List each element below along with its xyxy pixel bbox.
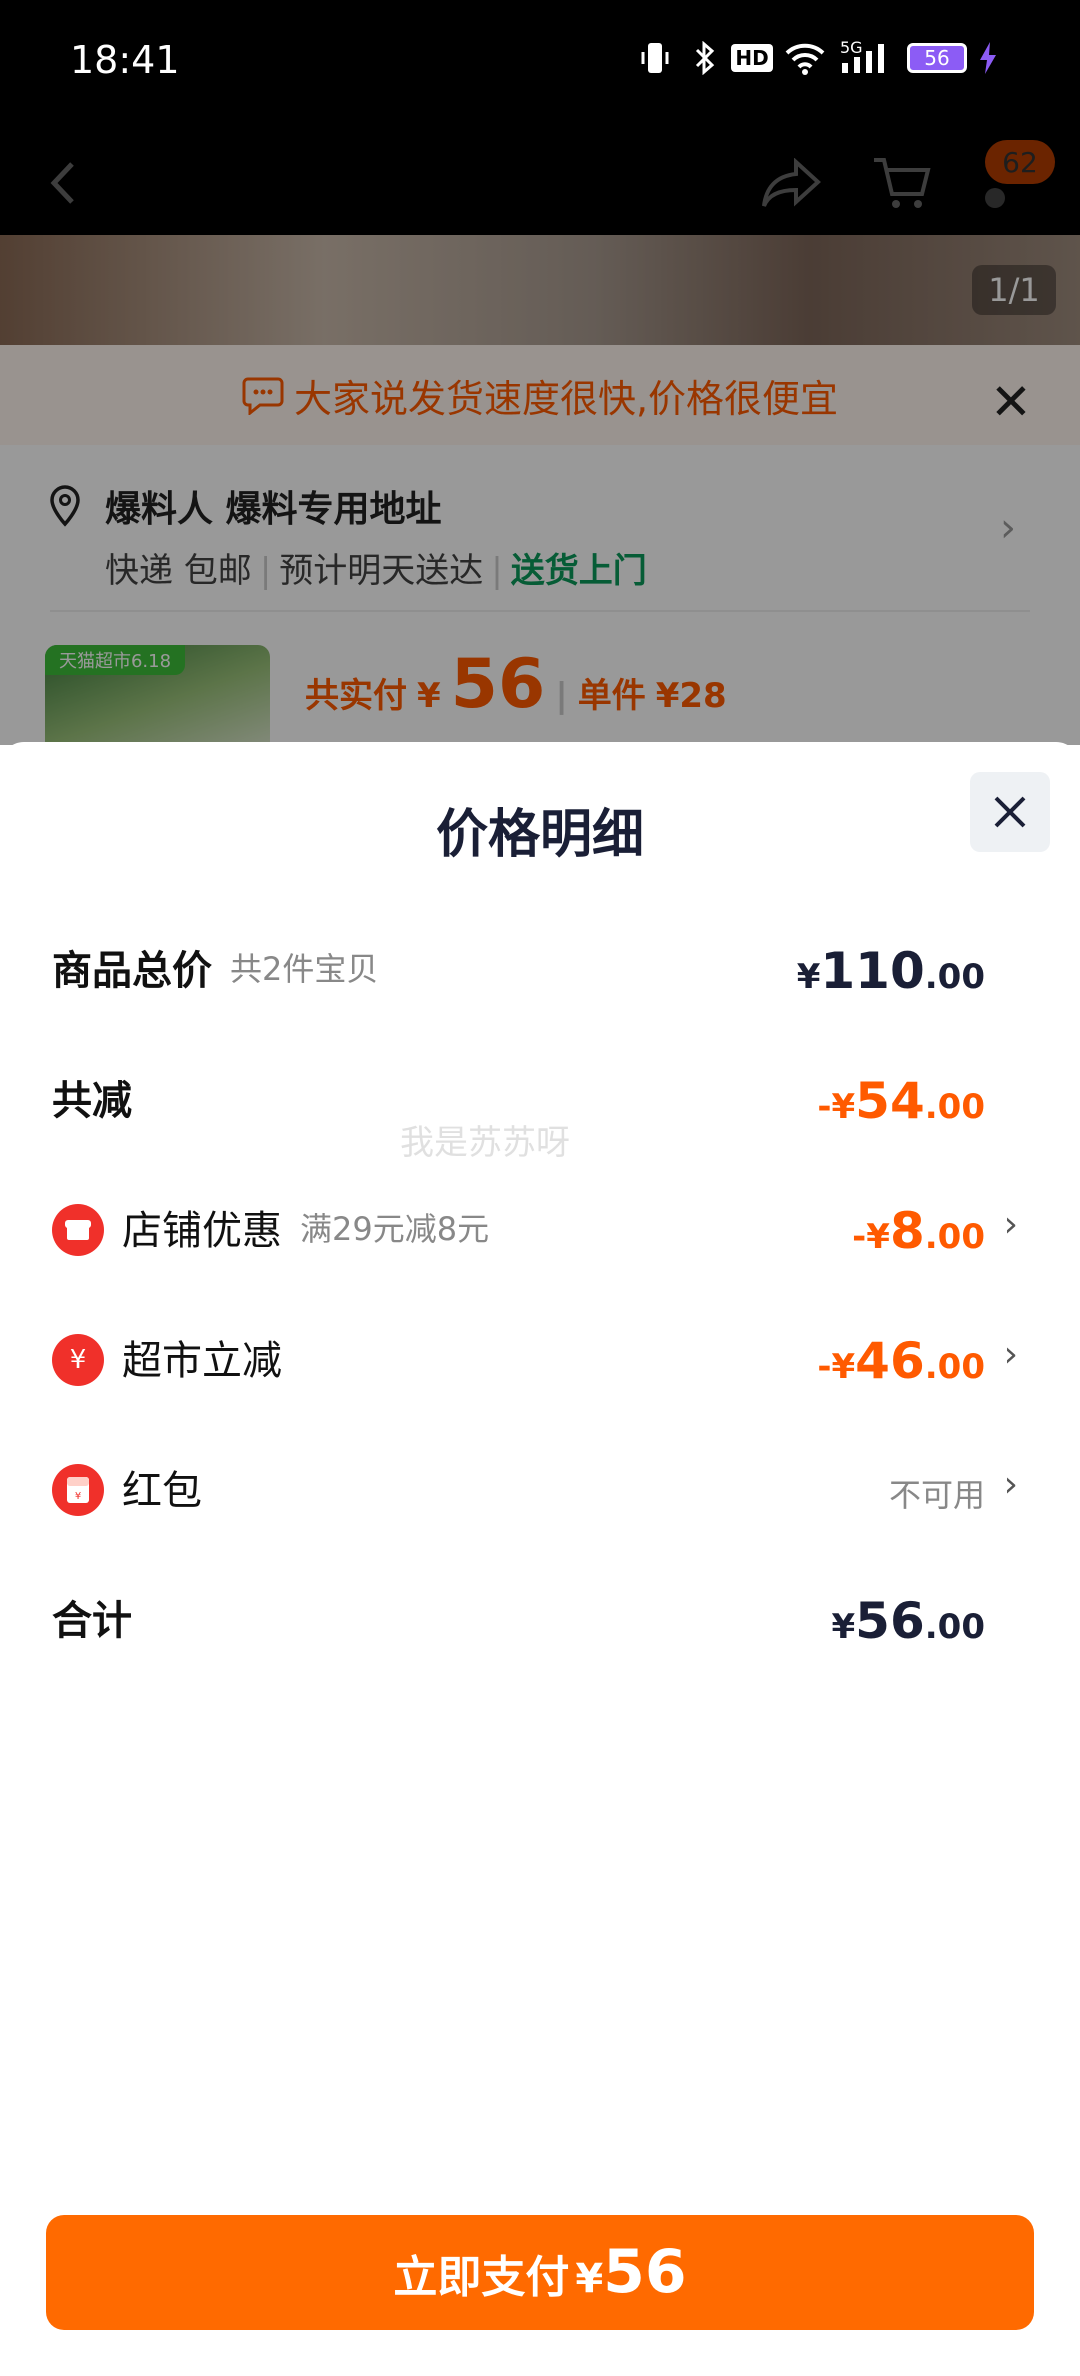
status-bar: 18:41 HD 5G 56 [0, 0, 1080, 130]
chevron-right-icon: › [1003, 1204, 1018, 1245]
pay-button-label: 立即支付 [393, 2252, 570, 2303]
close-button[interactable] [970, 772, 1050, 852]
status-time: 18:41 [70, 38, 180, 82]
yen-refund-icon: ¥ [52, 1334, 104, 1386]
battery-icon: 56 [904, 40, 970, 76]
row-label: 红包 [122, 1468, 202, 1514]
chevron-right-icon: › [1003, 1464, 1018, 1505]
row-label: 共减 [52, 1078, 132, 1124]
row-store-discount[interactable]: 店铺优惠 满29元减8元 - ¥8.00 › [0, 1182, 1080, 1272]
row-label: 店铺优惠 满29元减8元 [122, 1182, 489, 1272]
row-grand-total: 合计 ¥56.00 [0, 1572, 1080, 1662]
row-goods-total: 商品总价 共2件宝贝 ¥110.00 [0, 922, 1080, 1012]
bluetooth-icon [690, 40, 720, 76]
row-sub: 满29元减8元 [300, 1210, 490, 1248]
red-packet-icon: ¥ [52, 1464, 104, 1516]
store-icon [52, 1204, 104, 1256]
vibrate-icon [638, 40, 672, 76]
row-label: 商品总价 共2件宝贝 [52, 922, 378, 1012]
row-value: - ¥8.00 [852, 1202, 985, 1260]
dim-overlay[interactable] [0, 130, 1080, 745]
row-supermarket-discount[interactable]: ¥ 超市立减 - ¥46.00 › [0, 1312, 1080, 1402]
signal-icon: 5G [838, 38, 890, 76]
sheet-title: 价格明细 [435, 805, 644, 865]
charging-icon [976, 40, 1000, 76]
row-status: 不可用 [888, 1476, 985, 1514]
pay-button-amount: 56 [603, 2237, 687, 2307]
price-detail-sheet: 价格明细 商品总价 共2件宝贝 ¥110.00 共减 - ¥54.00 店铺优惠 满2… [0, 742, 1080, 2376]
row-red-packet[interactable]: ¥ 红包 不可用 › [0, 1442, 1080, 1532]
wifi-icon [783, 40, 827, 76]
svg-text:¥: ¥ [75, 1491, 81, 1502]
chevron-right-icon: › [1003, 1334, 1018, 1375]
row-value: ¥56.00 [831, 1592, 986, 1650]
close-icon [994, 796, 1026, 828]
watermark: 我是苏苏呀 [400, 1123, 570, 1163]
row-label: 超市立减 [122, 1338, 282, 1384]
row-value: - ¥54.00 [817, 1072, 985, 1130]
row-value: - ¥46.00 [817, 1332, 985, 1390]
pay-now-button[interactable]: 立即支付 ¥ 56 [46, 2215, 1034, 2330]
row-label: 合计 [52, 1598, 132, 1644]
pay-button-currency: ¥ [575, 2256, 604, 2302]
row-sub: 共2件宝贝 [230, 950, 379, 988]
row-value: ¥110.00 [796, 942, 985, 1000]
hd-icon: HD [731, 40, 773, 76]
